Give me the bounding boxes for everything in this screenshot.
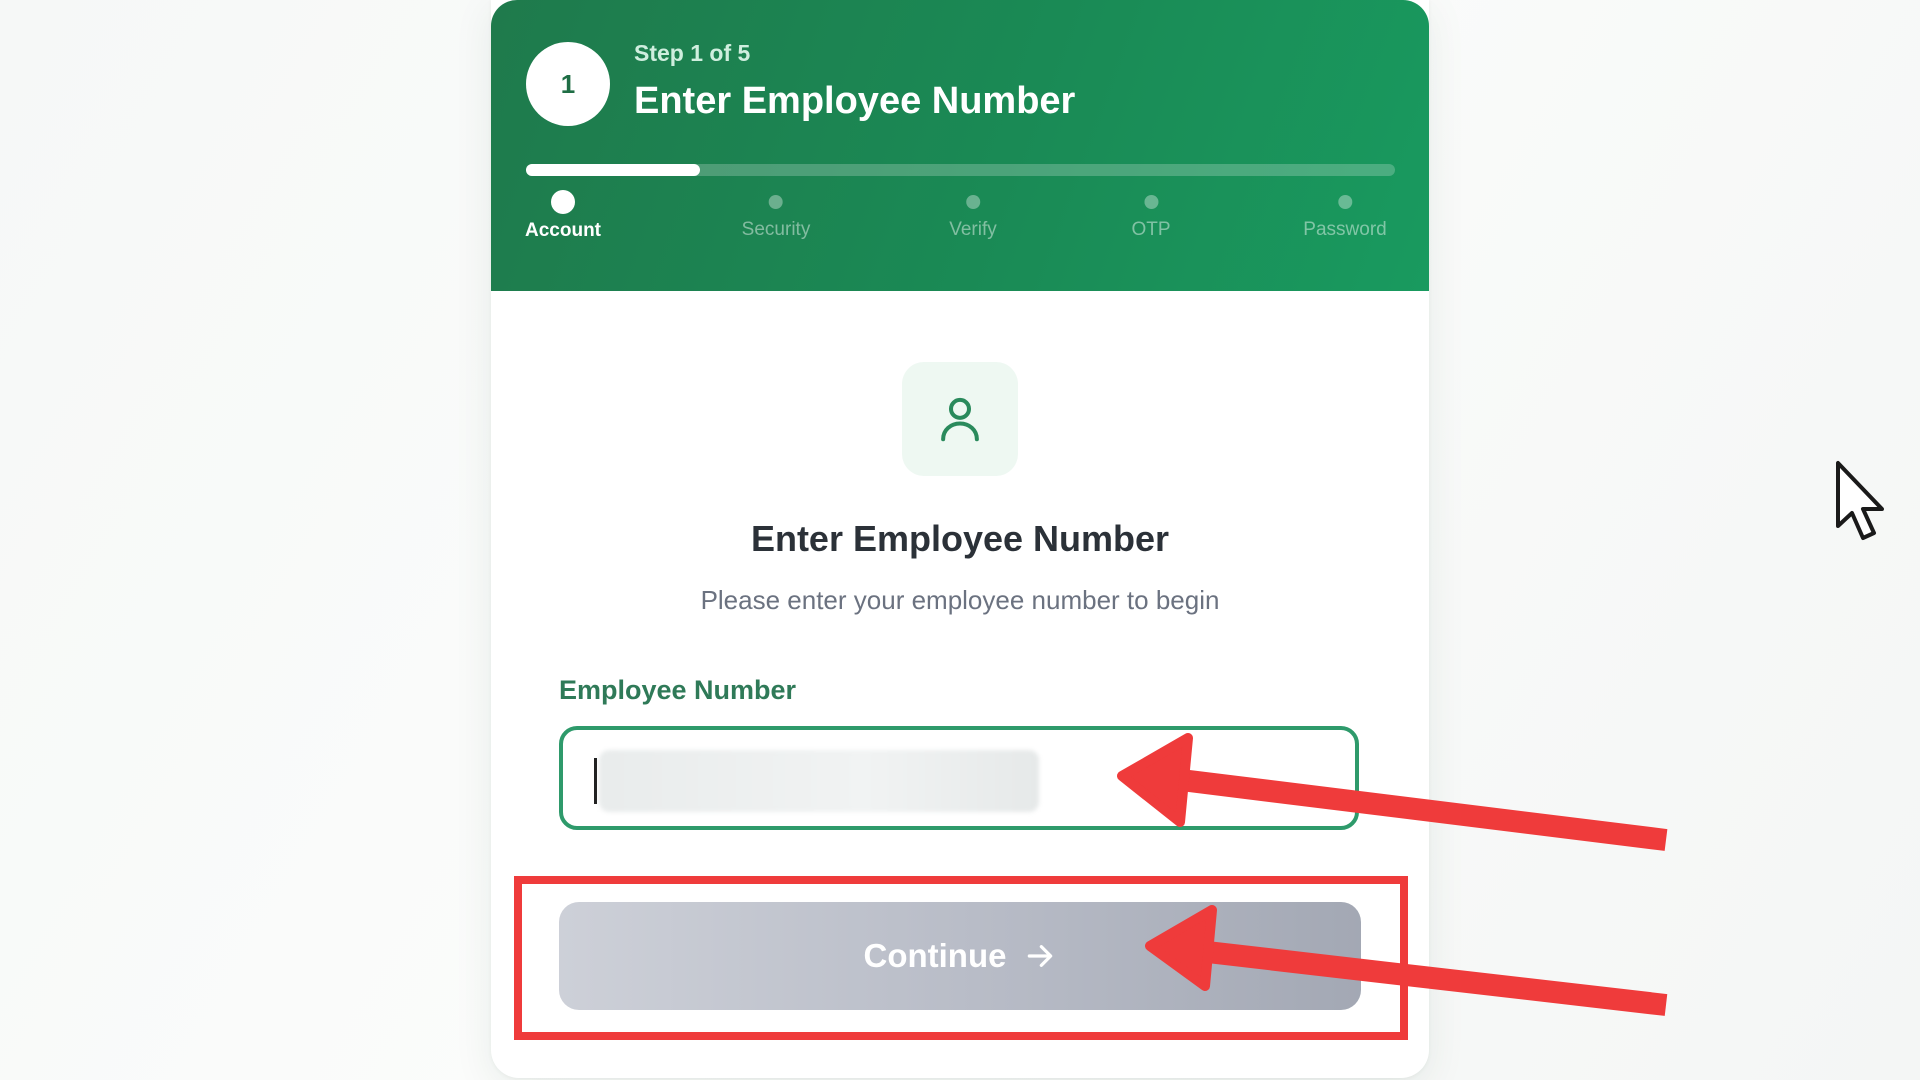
annotation-highlight-box — [514, 876, 1408, 1040]
text-caret — [594, 758, 597, 804]
step-security: Security — [741, 190, 811, 241]
step-dot — [551, 190, 575, 214]
step-label-security: Security — [741, 219, 811, 240]
mouse-cursor-icon — [1836, 461, 1884, 540]
step-number-badge: 1 — [526, 42, 610, 126]
wizard-header: 1 Step 1 of 5 Enter Employee Number Acco… — [491, 0, 1429, 291]
step-account: Account — [525, 190, 601, 242]
step-label-otp: OTP — [1131, 219, 1171, 240]
step-dot — [768, 195, 783, 209]
step-label-account: Account — [525, 220, 601, 241]
step-verify: Verify — [949, 190, 997, 241]
progress-bar — [526, 164, 1395, 176]
step-dot — [1144, 195, 1158, 209]
page-title: Enter Employee Number — [750, 518, 1170, 559]
step-dot — [966, 195, 980, 209]
step-label-password: Password — [1303, 219, 1387, 240]
page-subtitle: Please enter your employee number to beg… — [700, 585, 1220, 615]
step-counter: Step 1 of 5 — [634, 40, 751, 66]
step-otp: OTP — [1131, 190, 1171, 241]
progress-fill — [526, 164, 700, 176]
user-icon-container — [902, 362, 1018, 476]
employee-number-label: Employee Number — [559, 675, 797, 705]
step-password: Password — [1303, 190, 1387, 241]
header-title: Enter Employee Number — [634, 80, 1076, 122]
user-icon — [941, 397, 979, 442]
redacted-value — [599, 750, 1039, 812]
step-label-verify: Verify — [949, 219, 997, 240]
step-dot — [1337, 195, 1352, 209]
